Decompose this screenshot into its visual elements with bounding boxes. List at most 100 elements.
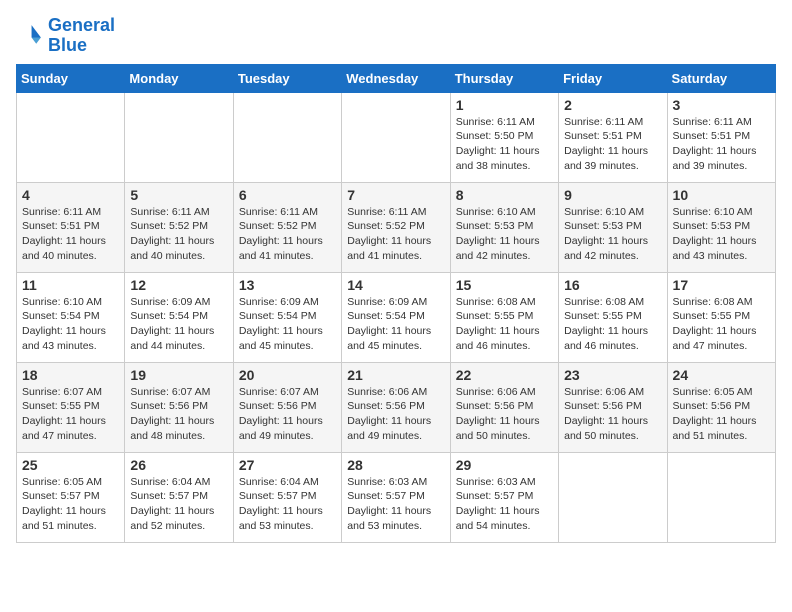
calendar-cell <box>17 92 125 182</box>
day-info: Sunrise: 6:07 AMSunset: 5:56 PMDaylight:… <box>239 385 336 444</box>
weekday-header-row: SundayMondayTuesdayWednesdayThursdayFrid… <box>17 64 776 92</box>
weekday-header-thursday: Thursday <box>450 64 558 92</box>
day-number: 21 <box>347 367 444 383</box>
day-number: 7 <box>347 187 444 203</box>
day-info: Sunrise: 6:05 AMSunset: 5:56 PMDaylight:… <box>673 385 770 444</box>
day-info: Sunrise: 6:08 AMSunset: 5:55 PMDaylight:… <box>673 295 770 354</box>
day-number: 5 <box>130 187 227 203</box>
calendar-cell <box>559 452 667 542</box>
calendar-cell <box>125 92 233 182</box>
day-info: Sunrise: 6:08 AMSunset: 5:55 PMDaylight:… <box>456 295 553 354</box>
day-number: 22 <box>456 367 553 383</box>
day-number: 3 <box>673 97 770 113</box>
day-info: Sunrise: 6:07 AMSunset: 5:56 PMDaylight:… <box>130 385 227 444</box>
calendar-cell: 5 Sunrise: 6:11 AMSunset: 5:52 PMDaylight… <box>125 182 233 272</box>
logo-text: General Blue <box>48 16 115 56</box>
day-info: Sunrise: 6:09 AMSunset: 5:54 PMDaylight:… <box>130 295 227 354</box>
weekday-header-wednesday: Wednesday <box>342 64 450 92</box>
day-info: Sunrise: 6:11 AMSunset: 5:51 PMDaylight:… <box>673 115 770 174</box>
calendar-cell: 3 Sunrise: 6:11 AMSunset: 5:51 PMDaylight… <box>667 92 775 182</box>
weekday-header-monday: Monday <box>125 64 233 92</box>
calendar-week-1: 1 Sunrise: 6:11 AMSunset: 5:50 PMDaylight… <box>17 92 776 182</box>
day-number: 11 <box>22 277 119 293</box>
day-info: Sunrise: 6:10 AMSunset: 5:53 PMDaylight:… <box>564 205 661 264</box>
calendar-table: SundayMondayTuesdayWednesdayThursdayFrid… <box>16 64 776 543</box>
day-info: Sunrise: 6:03 AMSunset: 5:57 PMDaylight:… <box>347 475 444 534</box>
day-info: Sunrise: 6:08 AMSunset: 5:55 PMDaylight:… <box>564 295 661 354</box>
calendar-cell: 26Sunrise: 6:04 AMSunset: 5:57 PMDayligh… <box>125 452 233 542</box>
day-number: 17 <box>673 277 770 293</box>
calendar-cell: 27 Sunrise: 6:04 AMSunset: 5:57 PMDayligh… <box>233 452 341 542</box>
weekday-header-saturday: Saturday <box>667 64 775 92</box>
calendar-cell: 14Sunrise: 6:09 AMSunset: 5:54 PMDayligh… <box>342 272 450 362</box>
calendar-cell: 17 Sunrise: 6:08 AMSunset: 5:55 PMDayligh… <box>667 272 775 362</box>
day-info: Sunrise: 6:07 AMSunset: 5:55 PMDaylight:… <box>22 385 119 444</box>
day-info: Sunrise: 6:06 AMSunset: 5:56 PMDaylight:… <box>564 385 661 444</box>
calendar-cell <box>342 92 450 182</box>
day-number: 9 <box>564 187 661 203</box>
calendar-cell: 1 Sunrise: 6:11 AMSunset: 5:50 PMDaylight… <box>450 92 558 182</box>
day-info: Sunrise: 6:11 AMSunset: 5:52 PMDaylight:… <box>239 205 336 264</box>
day-number: 2 <box>564 97 661 113</box>
day-number: 24 <box>673 367 770 383</box>
day-number: 20 <box>239 367 336 383</box>
day-info: Sunrise: 6:05 AMSunset: 5:57 PMDaylight:… <box>22 475 119 534</box>
day-number: 6 <box>239 187 336 203</box>
calendar-cell: 24 Sunrise: 6:05 AMSunset: 5:56 PMDayligh… <box>667 362 775 452</box>
day-number: 25 <box>22 457 119 473</box>
calendar-cell: 20 Sunrise: 6:07 AMSunset: 5:56 PMDayligh… <box>233 362 341 452</box>
calendar-week-3: 11Sunrise: 6:10 AMSunset: 5:54 PMDayligh… <box>17 272 776 362</box>
page-header: General Blue <box>16 16 776 56</box>
calendar-cell: 18 Sunrise: 6:07 AMSunset: 5:55 PMDayligh… <box>17 362 125 452</box>
day-number: 13 <box>239 277 336 293</box>
day-info: Sunrise: 6:06 AMSunset: 5:56 PMDaylight:… <box>347 385 444 444</box>
day-info: Sunrise: 6:11 AMSunset: 5:52 PMDaylight:… <box>130 205 227 264</box>
calendar-cell: 15 Sunrise: 6:08 AMSunset: 5:55 PMDayligh… <box>450 272 558 362</box>
day-number: 16 <box>564 277 661 293</box>
calendar-cell: 22Sunrise: 6:06 AMSunset: 5:56 PMDayligh… <box>450 362 558 452</box>
calendar-cell: 29Sunrise: 6:03 AMSunset: 5:57 PMDayligh… <box>450 452 558 542</box>
day-info: Sunrise: 6:11 AMSunset: 5:51 PMDaylight:… <box>564 115 661 174</box>
calendar-cell: 23 Sunrise: 6:06 AMSunset: 5:56 PMDayligh… <box>559 362 667 452</box>
calendar-cell: 10 Sunrise: 6:10 AMSunset: 5:53 PMDayligh… <box>667 182 775 272</box>
weekday-header-sunday: Sunday <box>17 64 125 92</box>
day-number: 28 <box>347 457 444 473</box>
day-number: 19 <box>130 367 227 383</box>
day-number: 15 <box>456 277 553 293</box>
day-number: 12 <box>130 277 227 293</box>
calendar-cell: 2 Sunrise: 6:11 AMSunset: 5:51 PMDaylight… <box>559 92 667 182</box>
calendar-cell: 6 Sunrise: 6:11 AMSunset: 5:52 PMDaylight… <box>233 182 341 272</box>
calendar-cell: 12 Sunrise: 6:09 AMSunset: 5:54 PMDayligh… <box>125 272 233 362</box>
calendar-cell: 19 Sunrise: 6:07 AMSunset: 5:56 PMDayligh… <box>125 362 233 452</box>
calendar-cell <box>233 92 341 182</box>
day-number: 10 <box>673 187 770 203</box>
logo-icon <box>16 22 44 50</box>
calendar-cell: 25 Sunrise: 6:05 AMSunset: 5:57 PMDayligh… <box>17 452 125 542</box>
day-info: Sunrise: 6:04 AMSunset: 5:57 PMDaylight:… <box>130 475 227 534</box>
day-number: 1 <box>456 97 553 113</box>
day-info: Sunrise: 6:04 AMSunset: 5:57 PMDaylight:… <box>239 475 336 534</box>
day-info: Sunrise: 6:10 AMSunset: 5:53 PMDaylight:… <box>673 205 770 264</box>
calendar-cell: 16 Sunrise: 6:08 AMSunset: 5:55 PMDayligh… <box>559 272 667 362</box>
calendar-cell: 13 Sunrise: 6:09 AMSunset: 5:54 PMDayligh… <box>233 272 341 362</box>
day-number: 27 <box>239 457 336 473</box>
day-info: Sunrise: 6:03 AMSunset: 5:57 PMDaylight:… <box>456 475 553 534</box>
calendar-cell: 4Sunrise: 6:11 AMSunset: 5:51 PMDaylight… <box>17 182 125 272</box>
day-info: Sunrise: 6:11 AMSunset: 5:51 PMDaylight:… <box>22 205 119 264</box>
calendar-cell: 28 Sunrise: 6:03 AMSunset: 5:57 PMDayligh… <box>342 452 450 542</box>
calendar-week-4: 18 Sunrise: 6:07 AMSunset: 5:55 PMDayligh… <box>17 362 776 452</box>
day-info: Sunrise: 6:09 AMSunset: 5:54 PMDaylight:… <box>239 295 336 354</box>
weekday-header-friday: Friday <box>559 64 667 92</box>
day-info: Sunrise: 6:11 AMSunset: 5:50 PMDaylight:… <box>456 115 553 174</box>
calendar-week-5: 25 Sunrise: 6:05 AMSunset: 5:57 PMDayligh… <box>17 452 776 542</box>
calendar-cell: 21 Sunrise: 6:06 AMSunset: 5:56 PMDayligh… <box>342 362 450 452</box>
calendar-cell: 11Sunrise: 6:10 AMSunset: 5:54 PMDayligh… <box>17 272 125 362</box>
day-info: Sunrise: 6:09 AMSunset: 5:54 PMDaylight:… <box>347 295 444 354</box>
logo: General Blue <box>16 16 115 56</box>
calendar-cell: 7 Sunrise: 6:11 AMSunset: 5:52 PMDaylight… <box>342 182 450 272</box>
day-number: 18 <box>22 367 119 383</box>
day-number: 23 <box>564 367 661 383</box>
day-number: 8 <box>456 187 553 203</box>
day-info: Sunrise: 6:11 AMSunset: 5:52 PMDaylight:… <box>347 205 444 264</box>
calendar-week-2: 4Sunrise: 6:11 AMSunset: 5:51 PMDaylight… <box>17 182 776 272</box>
